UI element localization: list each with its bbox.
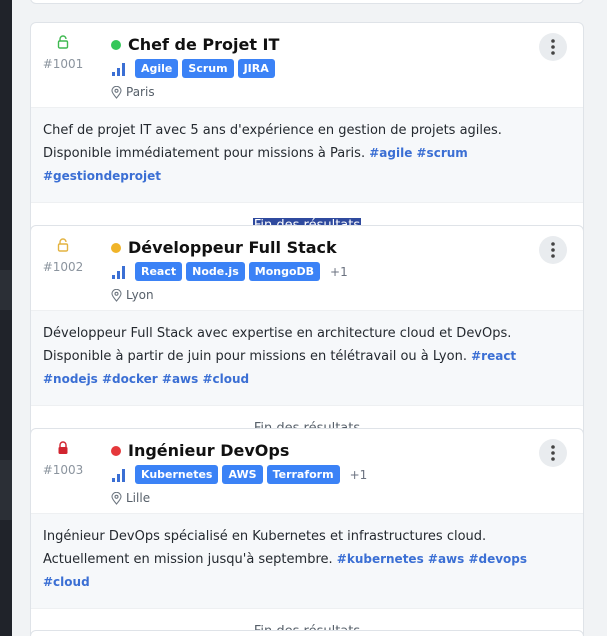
skill-tag: Node.js — [186, 262, 245, 281]
status-dot — [111, 445, 121, 456]
description: Développeur Full Stack avec expertise en… — [31, 310, 583, 405]
skill-tag: React — [135, 262, 183, 281]
results-list[interactable]: #1001 Chef de Projet IT Agile Scrum JIRA — [12, 0, 607, 636]
description-text: Développeur Full Stack avec expertise en… — [43, 326, 512, 364]
signal-level-icon — [112, 468, 125, 482]
location-text: Lille — [126, 491, 151, 505]
skills-row: React Node.js MongoDB +1 — [111, 262, 348, 281]
candidate-card[interactable]: #1002 Développeur Full Stack React Node.… — [30, 225, 584, 451]
card-previous-partial — [30, 0, 584, 4]
candidate-id: #1002 — [42, 260, 84, 274]
location-pin-icon — [111, 288, 122, 302]
candidate-id: #1001 — [42, 57, 84, 71]
skills-row: Agile Scrum JIRA — [111, 59, 279, 78]
more-skills-count[interactable]: +1 — [330, 265, 348, 279]
left-window-edge — [0, 0, 12, 636]
candidate-title[interactable]: Ingénieur DevOps — [128, 441, 289, 460]
more-options-button[interactable] — [539, 33, 567, 61]
vertical-dots-icon — [551, 445, 555, 461]
location-pin-icon — [111, 85, 122, 99]
candidate-title[interactable]: Chef de Projet IT — [128, 35, 279, 54]
location-text: Lyon — [126, 288, 154, 302]
status-dot — [111, 39, 121, 50]
skill-tag: AWS — [222, 465, 263, 484]
card-next-partial — [30, 630, 584, 636]
skill-tag: Scrum — [182, 59, 234, 78]
location: Paris — [111, 85, 155, 99]
skills-row: Kubernetes AWS Terraform +1 — [111, 465, 367, 484]
lock-icon — [58, 441, 68, 454]
skill-tag: Terraform — [266, 465, 340, 484]
location-pin-icon — [111, 491, 122, 505]
more-options-button[interactable] — [539, 439, 567, 467]
candidate-card[interactable]: #1003 Ingénieur DevOps Kubernetes AWS Te… — [30, 428, 584, 636]
signal-level-icon — [112, 62, 125, 76]
skill-tag: Kubernetes — [135, 465, 219, 484]
location: Lyon — [111, 288, 154, 302]
candidate-card[interactable]: #1001 Chef de Projet IT Agile Scrum JIRA — [30, 22, 584, 248]
unlock-icon — [57, 238, 69, 252]
candidate-title[interactable]: Développeur Full Stack — [128, 238, 337, 257]
candidate-id: #1003 — [42, 463, 84, 477]
skill-tag: MongoDB — [248, 262, 321, 281]
vertical-dots-icon — [551, 242, 555, 258]
vertical-dots-icon — [551, 39, 555, 55]
skill-tag: Agile — [135, 59, 179, 78]
status-dot — [111, 242, 121, 253]
signal-level-icon — [112, 265, 125, 279]
location-text: Paris — [126, 85, 155, 99]
description: Ingénieur DevOps spécialisé en Kubernete… — [31, 513, 583, 608]
more-skills-count[interactable]: +1 — [350, 468, 368, 482]
description: Chef de projet IT avec 5 ans d'expérienc… — [31, 107, 583, 202]
location: Lille — [111, 491, 150, 505]
unlock-icon — [57, 35, 69, 49]
skill-tag: JIRA — [237, 59, 275, 78]
more-options-button[interactable] — [539, 236, 567, 264]
